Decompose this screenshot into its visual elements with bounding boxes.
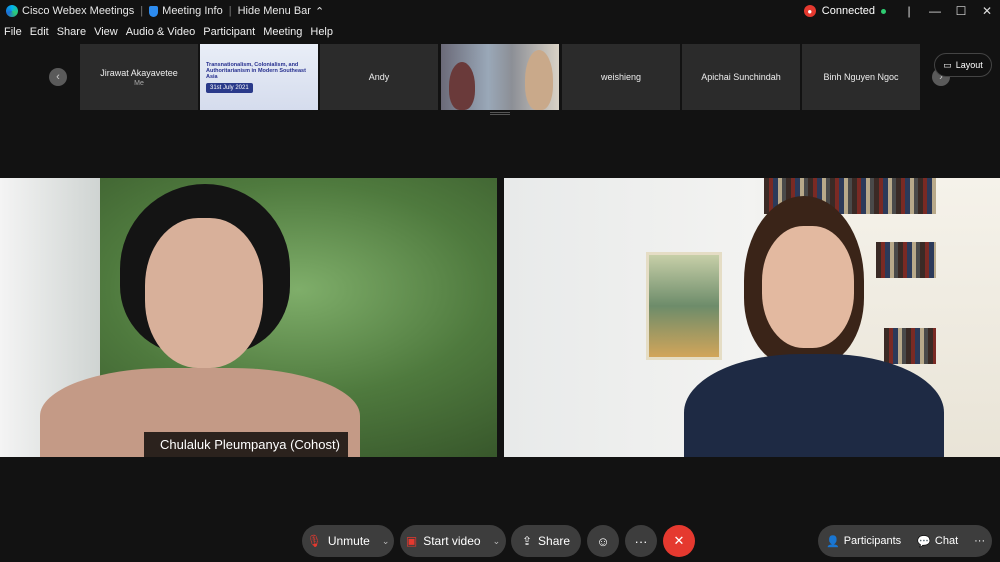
menu-bar: File Edit Share View Audio & Video Parti… [0,22,1000,42]
app-title-text: Cisco Webex Meetings [22,5,135,17]
participants-button[interactable]: 👤 Participants [818,525,909,557]
start-video-label: Start video [423,534,481,548]
participant-figure [525,50,553,110]
panel-buttons: 👤 Participants 💬 Chat ··· [818,525,992,557]
tile-sub: Me [134,79,144,87]
participant-figure [449,62,475,110]
share-button[interactable]: ⇪ Share [511,525,581,557]
hide-menu-bar-button[interactable]: Hide Menu Bar ⌃ [232,5,331,18]
menu-audio-video[interactable]: Audio & Video [126,26,196,38]
leave-meeting-button[interactable]: ✕ [663,525,695,557]
webex-logo-icon [6,5,18,17]
recording-icon: ● [803,5,816,17]
divider-icon: | [907,4,911,18]
tile-name: Andy [368,72,390,82]
menu-view[interactable]: View [94,26,118,38]
speaker-face [145,218,263,368]
books-row [876,242,936,278]
more-icon: ··· [634,533,648,549]
menu-help[interactable]: Help [310,26,333,38]
participants-label: Participants [843,535,902,547]
participant-tile[interactable]: Andy [320,44,438,110]
poster-title: Transnationalism, Colonialism, and Autho… [206,61,306,80]
chevron-down-icon[interactable]: ⌄ [493,536,501,547]
maximize-button[interactable]: ☐ [948,4,974,18]
wall-poster [646,252,722,360]
close-icon: ✕ [673,533,685,548]
person-icon: 👤 [826,535,840,548]
more-icon: ··· [974,535,986,547]
menu-share[interactable]: Share [57,26,86,38]
menu-file[interactable]: File [4,26,22,38]
menu-edit[interactable]: Edit [30,26,49,38]
layout-button[interactable]: ▭ Layout [934,53,992,77]
title-bar: Cisco Webex Meetings | Meeting Info | Hi… [0,0,1000,22]
hide-menu-bar-label: Hide Menu Bar [237,5,311,17]
speaker-name-label: Chulaluk Pleumpanya (Cohost) [144,432,348,457]
app-title: Cisco Webex Meetings [0,5,140,17]
menu-meeting[interactable]: Meeting [263,26,302,38]
chevron-left-icon: ‹ [56,71,60,83]
meeting-info-label: Meeting Info [162,5,223,17]
chat-label: Chat [934,535,959,547]
participant-face [762,226,854,348]
books-row [884,328,936,364]
share-label: Share [538,534,571,548]
start-video-button[interactable]: ▣ Start video ⌄ [400,525,506,557]
shield-icon [149,5,159,17]
participant-tile[interactable]: weishieng [562,44,680,110]
reactions-button[interactable]: ☺ [587,525,619,557]
poster-date: 31st July 2021 [206,82,253,93]
meeting-info-button[interactable]: Meeting Info [143,5,229,17]
tile-name: Binh Nguyen Ngoc [823,72,899,82]
unmute-label: Unmute [327,534,370,548]
chat-bubble-icon: 💬 [917,535,931,548]
participant-tile[interactable]: Jirawat Akayavetee Me [80,44,198,110]
filmstrip-resize-handle[interactable] [490,112,510,115]
muted-microphone-icon: 🎙 [306,534,322,548]
chat-button[interactable]: 💬 Chat [909,525,966,557]
close-window-button[interactable]: ✕ [974,4,1000,18]
share-icon: ⇪ [521,534,533,548]
tile-name: weishieng [600,72,642,82]
participant-video-tile[interactable] [441,44,559,110]
filmstrip: ‹ Jirawat Akayavetee Me Transnationalism… [0,42,1000,112]
minimize-button[interactable]: — [922,4,948,18]
participant-body [684,354,944,457]
layout-label: Layout [955,60,983,70]
meeting-controls: 🎙 Unmute ⌄ ▣ Start video ⌄ ⇪ Share ☺ ···… [0,520,1000,562]
unmute-button[interactable]: 🎙 Unmute ⌄ [302,525,394,557]
tile-name: Jirawat Akayavetee [100,67,178,78]
connection-status: Connected [821,5,875,17]
panel-more-button[interactable]: ··· [966,525,993,557]
connected-dot-icon [881,8,886,14]
more-options-button[interactable]: ··· [625,525,657,557]
smiley-icon: ☺ [596,533,610,549]
participant-tile[interactable]: Apichai Sunchindah [682,44,800,110]
menu-participant[interactable]: Participant [203,26,255,38]
tile-name: Apichai Sunchindah [701,72,781,82]
chevron-up-icon: ⌃ [314,5,325,18]
main-video-right[interactable] [504,178,1000,457]
chevron-down-icon[interactable]: ⌄ [382,536,390,547]
scroll-left-button[interactable]: ‹ [49,68,67,86]
participant-tile[interactable]: Binh Nguyen Ngoc [802,44,920,110]
shared-poster-tile[interactable]: Transnationalism, Colonialism, and Autho… [200,44,318,110]
main-video-left[interactable]: Chulaluk Pleumpanya (Cohost) [0,178,497,457]
window-controls: ● Connected | — ☐ ✕ [803,0,1000,22]
layout-icon: ▭ [943,59,952,70]
video-off-icon: ▣ [405,534,418,548]
